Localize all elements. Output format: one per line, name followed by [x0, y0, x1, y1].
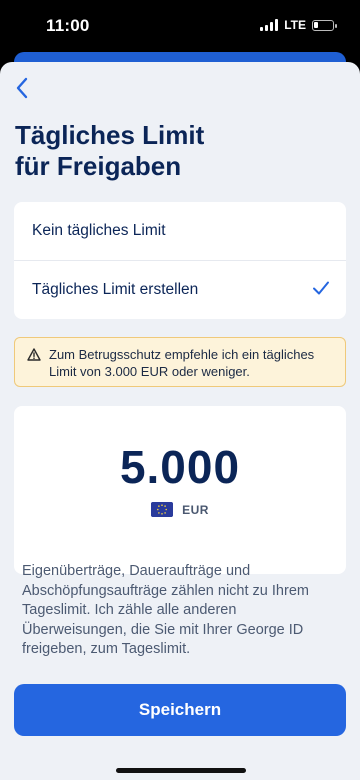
- info-text: Eigenüberträge, Daueraufträge und Abschö…: [22, 563, 309, 657]
- page-title: Tägliches Limit für Freigaben: [15, 120, 204, 182]
- option-label: Kein tägliches Limit: [32, 222, 166, 239]
- option-no-limit[interactable]: Kein tägliches Limit: [14, 202, 346, 260]
- signal-icon: [260, 19, 279, 31]
- page-title-line1: Tägliches Limit: [15, 120, 205, 150]
- status-indicators: LTE: [260, 18, 337, 32]
- status-bar: 11:00 LTE: [0, 0, 360, 52]
- check-icon: [313, 281, 329, 295]
- limit-options: Kein tägliches Limit Tägliches Limit ers…: [14, 202, 346, 319]
- page-title-line2: für Freigaben: [15, 151, 182, 181]
- eu-flag-icon: [151, 502, 174, 517]
- network-label: LTE: [284, 18, 306, 32]
- warning-icon: [27, 348, 41, 361]
- currency-code: EUR: [182, 502, 209, 517]
- status-time: 11:00: [46, 16, 90, 35]
- home-indicator: [116, 768, 246, 773]
- limit-sheet: Tägliches Limit für Freigaben Kein tägli…: [0, 62, 360, 780]
- amount-card[interactable]: 5.000 EUR: [14, 406, 346, 574]
- chevron-left-icon: [16, 77, 28, 99]
- warning-banner: Zum Betrugsschutz empfehle ich ein tägli…: [14, 337, 346, 387]
- amount-value[interactable]: 5.000: [14, 440, 346, 494]
- option-label: Tägliches Limit erstellen: [32, 280, 199, 298]
- back-button[interactable]: [8, 74, 36, 102]
- battery-icon: [312, 19, 337, 31]
- option-create-limit[interactable]: Tägliches Limit erstellen: [14, 260, 346, 318]
- warning-text: Zum Betrugsschutz empfehle ich ein tägli…: [49, 347, 315, 379]
- save-button[interactable]: Speichern: [14, 684, 346, 736]
- currency-selector: EUR: [14, 502, 346, 517]
